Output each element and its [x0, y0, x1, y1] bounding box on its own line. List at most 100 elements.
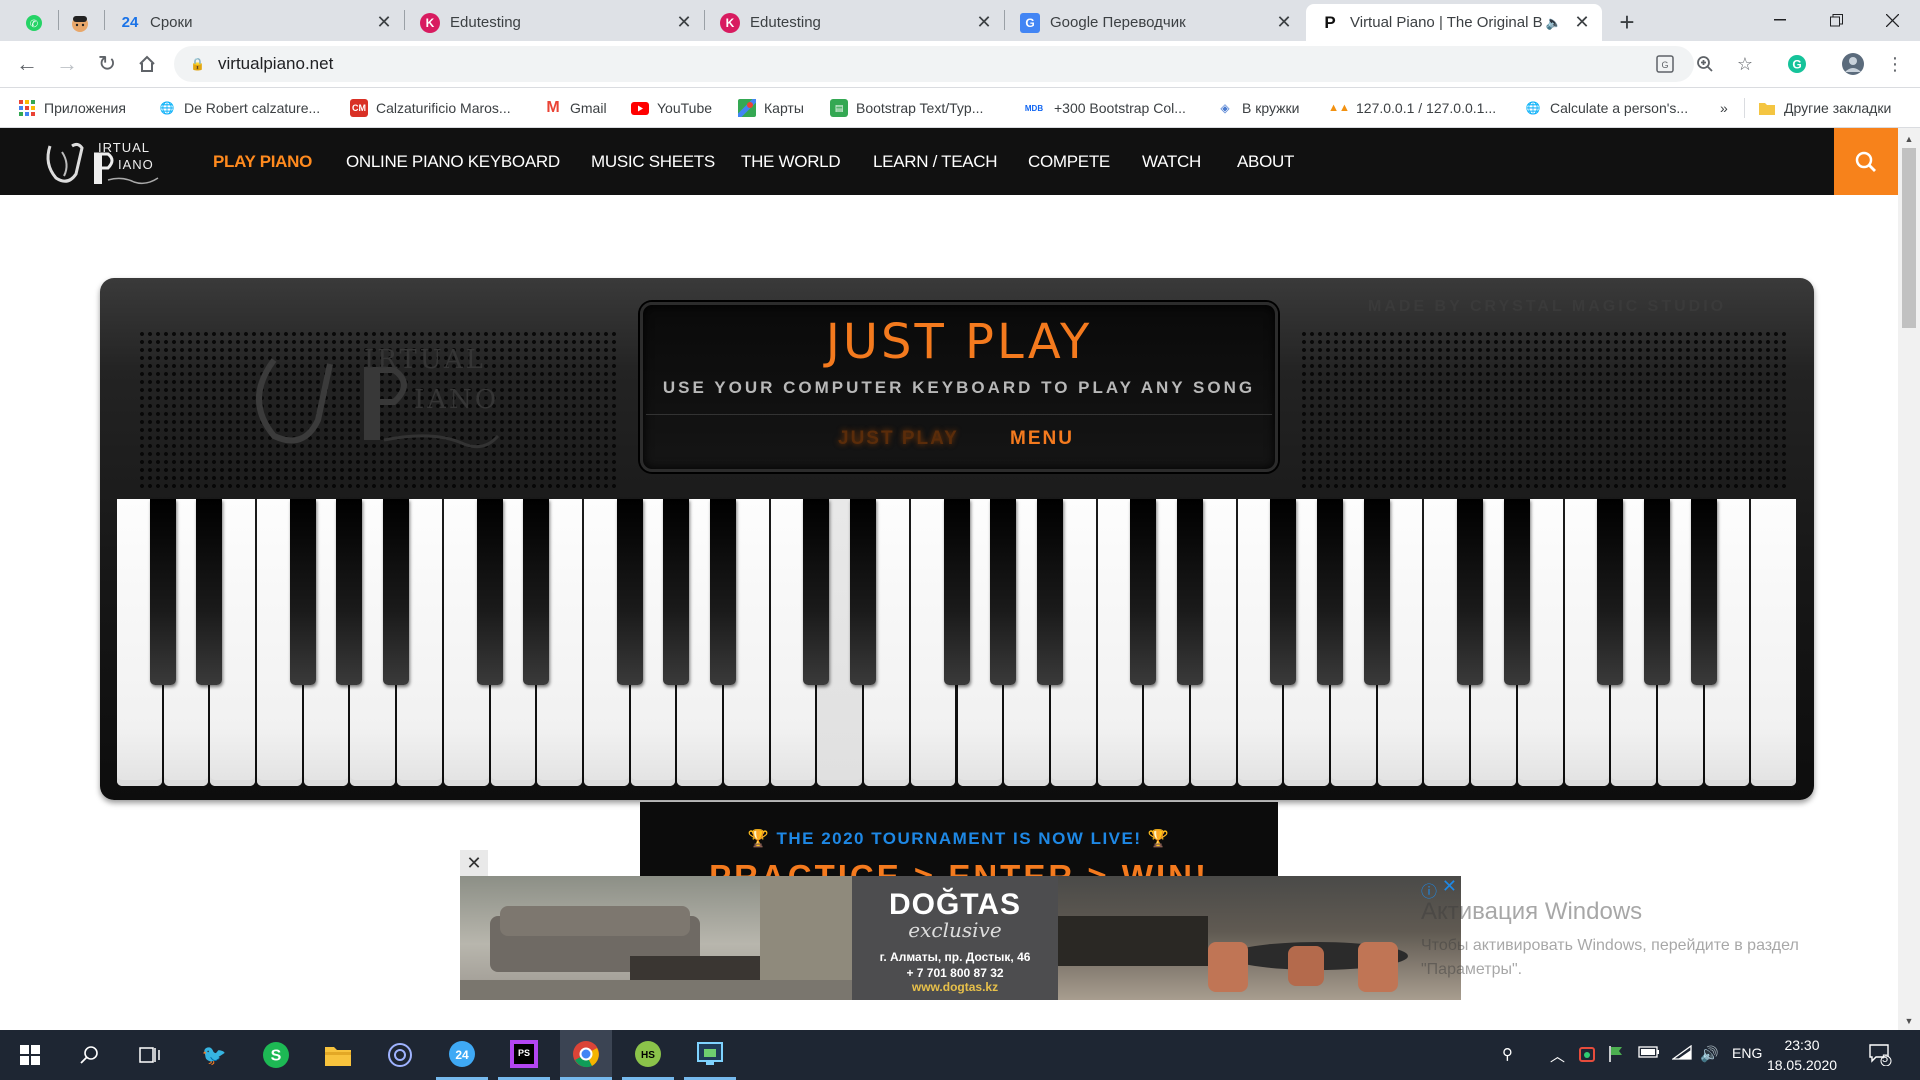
speaker-icon[interactable]: 🔈	[1546, 15, 1562, 31]
nav-about[interactable]: ABOUT	[1237, 152, 1294, 172]
close-icon[interactable]: ✕	[974, 12, 994, 33]
bookmark-item[interactable]: ▤ Bootstrap Text/Typ...	[830, 97, 983, 119]
bookmark-maps[interactable]: Карты	[738, 97, 804, 119]
tab-edutesting[interactable]: K Edutesting ✕	[406, 4, 704, 41]
black-key[interactable]	[710, 499, 737, 685]
nav-watch[interactable]: WATCH	[1142, 152, 1201, 172]
black-key[interactable]	[1690, 499, 1717, 685]
security-icon[interactable]	[1578, 1045, 1596, 1067]
search-taskbar-button[interactable]	[64, 1030, 116, 1080]
bookmark-item[interactable]: MDB +300 Bootstrap Col...	[1022, 97, 1186, 119]
bookmark-apps[interactable]: Приложения	[18, 97, 126, 119]
browser-menu-button[interactable]: ⋮	[1880, 49, 1910, 79]
black-key[interactable]	[383, 499, 410, 685]
black-key[interactable]	[990, 499, 1017, 685]
grammarly-extension[interactable]: G	[1782, 49, 1812, 79]
address-bar[interactable]: 🔒 virtualpiano.net	[174, 46, 1694, 82]
close-icon[interactable]: ✕	[674, 12, 694, 33]
tournament-headline[interactable]: 🏆 THE 2020 TOURNAMENT IS NOW LIVE! 🏆	[640, 829, 1278, 849]
black-key[interactable]	[149, 499, 176, 685]
wifi-icon[interactable]	[1670, 1044, 1692, 1065]
taskbar-app-s[interactable]: S	[250, 1030, 302, 1080]
advertisement-banner[interactable]: DOĞTAS exclusive г. Алматы, пр. Достык, …	[460, 876, 1461, 1000]
black-key[interactable]	[196, 499, 223, 685]
black-key[interactable]	[1270, 499, 1297, 685]
people-icon[interactable]: ⚲	[1502, 1045, 1513, 1063]
black-key[interactable]	[1363, 499, 1390, 685]
bookmark-star-button[interactable]: ☆	[1730, 49, 1760, 79]
zoom-button[interactable]	[1690, 49, 1720, 79]
nav-learn-teach[interactable]: LEARN / TEACH	[873, 152, 998, 172]
taskbar-file-explorer[interactable]	[312, 1030, 364, 1080]
battery-icon[interactable]	[1638, 1045, 1660, 1063]
bookmark-item[interactable]: ◈ В кружки	[1216, 97, 1299, 119]
pinned-tab-whatsapp[interactable]: ✆	[16, 4, 52, 41]
profile-avatar[interactable]	[1838, 49, 1868, 79]
bookmark-item[interactable]: CM Calzaturificio Maros...	[350, 97, 511, 119]
black-key[interactable]	[1317, 499, 1344, 685]
tab-sroki[interactable]: 24 Сроки ✕	[106, 4, 404, 41]
nav-the-world[interactable]: THE WORLD	[741, 152, 841, 172]
language-indicator[interactable]: ENG	[1732, 1045, 1762, 1061]
bookmark-item[interactable]: 🌐 Calculate a person's...	[1524, 97, 1689, 119]
ad-close-button[interactable]: ✕	[460, 850, 488, 876]
bookmark-item[interactable]: 🌐 De Robert calzature...	[158, 97, 321, 119]
black-key[interactable]	[1503, 499, 1530, 685]
taskbar-app-24[interactable]: 24	[436, 1030, 488, 1080]
scroll-up-arrow[interactable]: ▲	[1898, 130, 1920, 148]
nav-compete[interactable]: COMPETE	[1028, 152, 1110, 172]
black-key[interactable]	[663, 499, 690, 685]
translate-button[interactable]: G	[1650, 49, 1680, 79]
black-key[interactable]	[289, 499, 316, 685]
close-icon[interactable]: ✕	[374, 12, 394, 33]
black-key[interactable]	[523, 499, 550, 685]
reload-button[interactable]: ↻	[92, 49, 122, 79]
black-key[interactable]	[850, 499, 877, 685]
bookmark-other-folder[interactable]: Другие закладки	[1758, 97, 1891, 119]
taskbar-chrome[interactable]	[560, 1030, 612, 1080]
black-key[interactable]	[1643, 499, 1670, 685]
white-key[interactable]	[1751, 499, 1796, 786]
minimize-button[interactable]	[1752, 0, 1808, 40]
black-key[interactable]	[336, 499, 363, 685]
bookmark-item[interactable]: ▲▲ 127.0.0.1 / 127.0.0.1...	[1328, 97, 1496, 119]
black-key[interactable]	[943, 499, 970, 685]
black-key[interactable]	[803, 499, 830, 685]
black-key[interactable]	[476, 499, 503, 685]
volume-icon[interactable]: 🔊	[1700, 1045, 1719, 1063]
url-text[interactable]: virtualpiano.net	[218, 54, 333, 74]
black-key[interactable]	[616, 499, 643, 685]
black-key[interactable]	[1457, 499, 1484, 685]
back-button[interactable]: ←	[12, 49, 42, 79]
tab-virtual-piano[interactable]: P Virtual Piano | The Original B 🔈 ✕	[1306, 4, 1602, 41]
flag-icon[interactable]	[1608, 1045, 1624, 1067]
chevron-up-icon[interactable]: ︿	[1550, 1045, 1565, 1066]
start-button[interactable]	[4, 1030, 56, 1080]
tab-google-translate[interactable]: G Google Переводчик ✕	[1006, 4, 1304, 41]
new-tab-button[interactable]: +	[1612, 7, 1642, 37]
mode-menu-button[interactable]: MENU	[1010, 428, 1074, 450]
forward-button[interactable]: →	[52, 49, 82, 79]
nav-online-piano-keyboard[interactable]: ONLINE PIANO KEYBOARD	[346, 152, 560, 172]
scroll-down-arrow[interactable]: ▼	[1898, 1012, 1920, 1030]
nav-music-sheets[interactable]: MUSIC SHEETS	[591, 152, 715, 172]
black-key[interactable]	[1176, 499, 1203, 685]
lock-icon[interactable]: 🔒	[190, 57, 205, 71]
black-key[interactable]	[1130, 499, 1157, 685]
ad-dismiss-icon[interactable]: ✕	[1442, 876, 1457, 897]
close-icon[interactable]: ✕	[1572, 12, 1592, 33]
close-icon[interactable]: ✕	[1274, 12, 1294, 33]
system-clock[interactable]: 23:30 18.05.2020	[1762, 1035, 1842, 1075]
taskbar-app-bird[interactable]: 🐦	[188, 1030, 240, 1080]
taskbar-app-circle[interactable]	[374, 1030, 426, 1080]
close-window-button[interactable]	[1864, 0, 1920, 40]
taskbar-app-hs[interactable]: HS	[622, 1030, 674, 1080]
notification-center-button[interactable]	[1868, 1042, 1892, 1070]
site-search-button[interactable]	[1834, 128, 1898, 195]
bookmarks-overflow[interactable]: »	[1720, 97, 1728, 119]
home-button[interactable]	[132, 49, 162, 79]
bookmark-gmail[interactable]: M Gmail	[544, 97, 606, 119]
mode-just-play-button[interactable]: JUST PLAY	[838, 428, 959, 450]
black-key[interactable]	[1597, 499, 1624, 685]
restore-button[interactable]	[1808, 0, 1864, 40]
